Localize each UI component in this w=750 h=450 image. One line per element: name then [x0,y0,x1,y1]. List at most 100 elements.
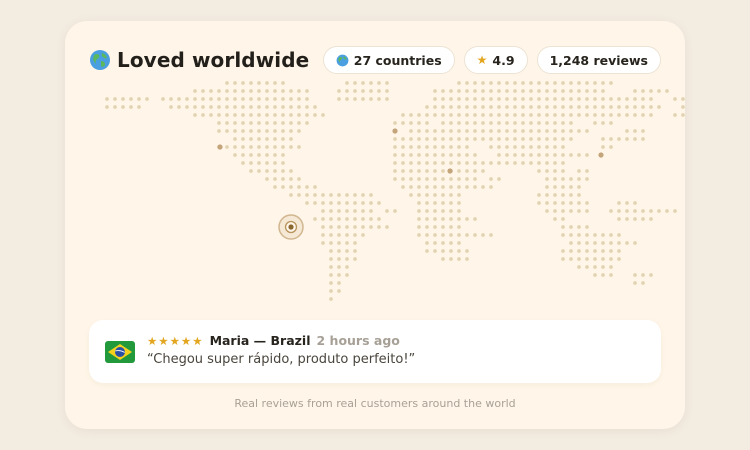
map-dot [297,89,301,93]
map-dot [601,265,605,269]
map-dot [497,137,501,141]
map-dot [433,105,437,109]
map-dot [353,249,357,253]
map-dot [249,105,253,109]
map-dot [177,97,181,101]
map-dot [385,97,389,101]
map-dot [369,89,373,93]
map-dot [313,113,317,117]
review-meta: ★★★★★ Maria — Brazil 2 hours ago [147,333,400,348]
map-dot [665,89,669,93]
map-dot [409,161,413,165]
map-dot [561,97,565,101]
map-dot [113,105,117,109]
map-dot [425,137,429,141]
map-dot [481,113,485,117]
map-dot [553,145,557,149]
map-dot [417,161,421,165]
map-dot [465,89,469,93]
map-dot [425,169,429,173]
map-dot [425,153,429,157]
map-dot [569,89,573,93]
map-dot [481,233,485,237]
map-dot [585,233,589,237]
map-dot [257,105,261,109]
map-dot [401,169,405,173]
map-dot [529,153,533,157]
map-dot [577,193,581,197]
map-dot [513,121,517,125]
map-dot [473,217,477,221]
map-dot [313,193,317,197]
map-dot [545,129,549,133]
map-dot [329,265,333,269]
map-dot [433,193,437,197]
map-dot [489,97,493,101]
map-dot [449,209,453,213]
map-dot [585,209,589,213]
map-dot [529,129,533,133]
map-dot [193,113,197,117]
map-dot [465,121,469,125]
review-stars: ★★★★★ [147,333,204,348]
map-dot [401,113,405,117]
map-dot [441,201,445,205]
map-dot [609,233,613,237]
map-dot [537,129,541,133]
map-dot [609,105,613,109]
map-dot [137,105,141,109]
map-dot [505,97,509,101]
map-dot [217,129,221,133]
map-dot [457,161,461,165]
map-dot [289,113,293,117]
map-dot [113,97,117,101]
map-dot [521,89,525,93]
map-dot [241,81,245,85]
review-text: “Chegou super rápido, produto perfeito!” [147,352,416,367]
map-dot [393,161,397,165]
map-dot [257,169,261,173]
map-dot [553,89,557,93]
map-dot [217,121,221,125]
map-dot [337,97,341,101]
map-dot [529,161,533,165]
map-dot [593,105,597,109]
map-dot [489,137,493,141]
map-dot [617,105,621,109]
map-dot [553,185,557,189]
map-dot [225,145,229,149]
map-dot [433,129,437,133]
map-dot [361,81,365,85]
map-dot [561,137,565,141]
map-dot [537,161,541,165]
map-dot [465,113,469,117]
map-dot [401,153,405,157]
map-dot [441,177,445,181]
map-dot [417,201,421,205]
map-dot [489,89,493,93]
map-dot [473,97,477,101]
map-dot [425,145,429,149]
map-dot [577,113,581,117]
map-dot [641,273,645,277]
map-dot [481,137,485,141]
map-dot [625,137,629,141]
map-dot [193,89,197,93]
map-dot [561,177,565,181]
map-dot [577,185,581,189]
map-dot [593,241,597,245]
map-dot [441,209,445,213]
map-dot [433,241,437,245]
map-dot [537,113,541,117]
map-dot [457,97,461,101]
map-dot [169,105,173,109]
map-dot [449,137,453,141]
map-dot [425,121,429,125]
map-dot [161,97,165,101]
map-dot [553,81,557,85]
map-dot [569,257,573,261]
map-dot [233,121,237,125]
map-dot [169,97,173,101]
map-dot [385,209,389,213]
map-dot [377,81,381,85]
